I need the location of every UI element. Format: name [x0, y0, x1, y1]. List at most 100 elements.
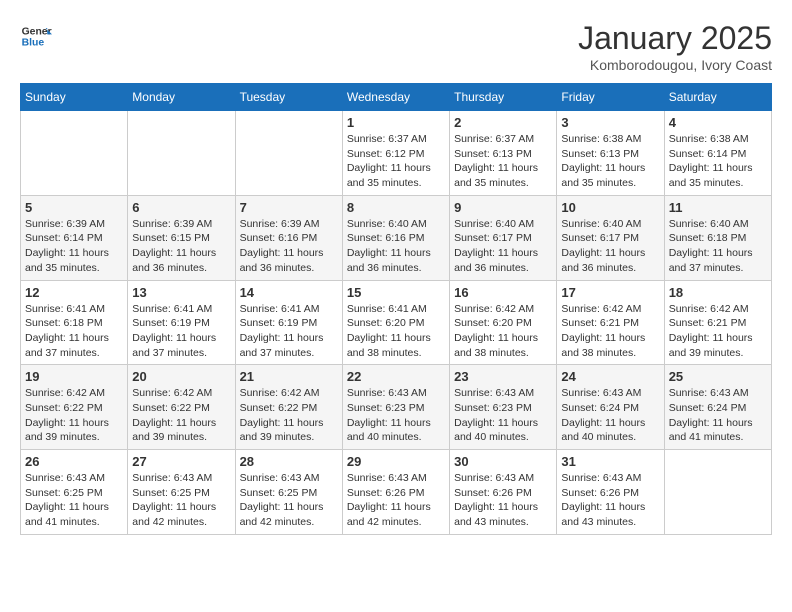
day-number: 3 [561, 115, 659, 130]
day-cell: 15 Sunrise: 6:41 AM Sunset: 6:20 PM Dayli… [342, 280, 449, 365]
day-cell [235, 111, 342, 196]
day-number: 1 [347, 115, 445, 130]
day-cell: 4 Sunrise: 6:38 AM Sunset: 6:14 PM Daylig… [664, 111, 771, 196]
weekday-header-thursday: Thursday [450, 84, 557, 111]
day-info: Sunrise: 6:38 AM Sunset: 6:13 PM Dayligh… [561, 132, 659, 191]
day-cell: 20 Sunrise: 6:42 AM Sunset: 6:22 PM Dayli… [128, 365, 235, 450]
day-number: 17 [561, 285, 659, 300]
day-cell: 24 Sunrise: 6:43 AM Sunset: 6:24 PM Dayli… [557, 365, 664, 450]
day-info: Sunrise: 6:43 AM Sunset: 6:25 PM Dayligh… [240, 471, 338, 530]
day-number: 15 [347, 285, 445, 300]
day-number: 23 [454, 369, 552, 384]
day-cell [664, 450, 771, 535]
svg-text:Blue: Blue [22, 38, 45, 49]
day-number: 27 [132, 454, 230, 469]
day-info: Sunrise: 6:37 AM Sunset: 6:12 PM Dayligh… [347, 132, 445, 191]
weekday-header-wednesday: Wednesday [342, 84, 449, 111]
day-info: Sunrise: 6:39 AM Sunset: 6:15 PM Dayligh… [132, 217, 230, 276]
day-cell: 7 Sunrise: 6:39 AM Sunset: 6:16 PM Daylig… [235, 195, 342, 280]
day-cell: 17 Sunrise: 6:42 AM Sunset: 6:21 PM Dayli… [557, 280, 664, 365]
day-number: 29 [347, 454, 445, 469]
day-info: Sunrise: 6:42 AM Sunset: 6:22 PM Dayligh… [25, 386, 123, 445]
day-cell: 16Sunrise: 6:42 AM Sunset: 6:20 PM Dayli… [450, 280, 557, 365]
day-info: Sunrise: 6:43 AM Sunset: 6:26 PM Dayligh… [561, 471, 659, 530]
day-number: 6 [132, 200, 230, 215]
day-info: Sunrise: 6:42 AM Sunset: 6:21 PM Dayligh… [561, 302, 659, 361]
day-cell: 26Sunrise: 6:43 AM Sunset: 6:25 PM Dayli… [21, 450, 128, 535]
day-number: 18 [669, 285, 767, 300]
day-info: Sunrise: 6:43 AM Sunset: 6:24 PM Dayligh… [561, 386, 659, 445]
day-info: Sunrise: 6:42 AM Sunset: 6:20 PM Dayligh… [454, 302, 552, 361]
day-number: 20 [132, 369, 230, 384]
day-cell: 21 Sunrise: 6:42 AM Sunset: 6:22 PM Dayli… [235, 365, 342, 450]
day-number: 14 [240, 285, 338, 300]
day-number: 7 [240, 200, 338, 215]
day-cell: 2 Sunrise: 6:37 AM Sunset: 6:13 PM Daylig… [450, 111, 557, 196]
day-number: 2 [454, 115, 552, 130]
day-info: Sunrise: 6:43 AM Sunset: 6:25 PM Dayligh… [25, 471, 123, 530]
calendar-table: SundayMondayTuesdayWednesdayThursdayFrid… [20, 83, 772, 535]
weekday-header-row: SundayMondayTuesdayWednesdayThursdayFrid… [21, 84, 772, 111]
day-cell: 1 Sunrise: 6:37 AM Sunset: 6:12 PM Daylig… [342, 111, 449, 196]
day-info: Sunrise: 6:39 AM Sunset: 6:16 PM Dayligh… [240, 217, 338, 276]
day-number: 13 [132, 285, 230, 300]
day-number: 30 [454, 454, 552, 469]
page-header: General Blue January 2025 Komborodougou,… [20, 20, 772, 73]
day-number: 25 [669, 369, 767, 384]
day-number: 9 [454, 200, 552, 215]
day-info: Sunrise: 6:43 AM Sunset: 6:25 PM Dayligh… [132, 471, 230, 530]
logo: General Blue [20, 20, 52, 52]
day-cell: 6 Sunrise: 6:39 AM Sunset: 6:15 PM Daylig… [128, 195, 235, 280]
week-row-5: 26Sunrise: 6:43 AM Sunset: 6:25 PM Dayli… [21, 450, 772, 535]
day-number: 22 [347, 369, 445, 384]
weekday-header-sunday: Sunday [21, 84, 128, 111]
title-block: January 2025 Komborodougou, Ivory Coast [578, 20, 772, 73]
day-cell: 5 Sunrise: 6:39 AM Sunset: 6:14 PM Daylig… [21, 195, 128, 280]
day-number: 5 [25, 200, 123, 215]
day-info: Sunrise: 6:43 AM Sunset: 6:23 PM Dayligh… [347, 386, 445, 445]
day-info: Sunrise: 6:37 AM Sunset: 6:13 PM Dayligh… [454, 132, 552, 191]
day-info: Sunrise: 6:40 AM Sunset: 6:17 PM Dayligh… [561, 217, 659, 276]
day-number: 8 [347, 200, 445, 215]
weekday-header-monday: Monday [128, 84, 235, 111]
day-cell: 14Sunrise: 6:41 AM Sunset: 6:19 PM Dayli… [235, 280, 342, 365]
day-info: Sunrise: 6:41 AM Sunset: 6:20 PM Dayligh… [347, 302, 445, 361]
day-cell: 3 Sunrise: 6:38 AM Sunset: 6:13 PM Daylig… [557, 111, 664, 196]
day-number: 31 [561, 454, 659, 469]
location: Komborodougou, Ivory Coast [578, 57, 772, 73]
day-cell: 30 Sunrise: 6:43 AM Sunset: 6:26 PM Dayli… [450, 450, 557, 535]
week-row-4: 19 Sunrise: 6:42 AM Sunset: 6:22 PM Dayli… [21, 365, 772, 450]
day-info: Sunrise: 6:43 AM Sunset: 6:23 PM Dayligh… [454, 386, 552, 445]
weekday-header-tuesday: Tuesday [235, 84, 342, 111]
day-cell: 31 Sunrise: 6:43 AM Sunset: 6:26 PM Dayli… [557, 450, 664, 535]
day-cell: 18Sunrise: 6:42 AM Sunset: 6:21 PM Dayli… [664, 280, 771, 365]
day-number: 28 [240, 454, 338, 469]
day-number: 4 [669, 115, 767, 130]
day-info: Sunrise: 6:40 AM Sunset: 6:18 PM Dayligh… [669, 217, 767, 276]
day-number: 12 [25, 285, 123, 300]
day-cell: 23 Sunrise: 6:43 AM Sunset: 6:23 PM Dayli… [450, 365, 557, 450]
week-row-1: 1 Sunrise: 6:37 AM Sunset: 6:12 PM Daylig… [21, 111, 772, 196]
day-cell: 27 Sunrise: 6:43 AM Sunset: 6:25 PM Dayli… [128, 450, 235, 535]
day-info: Sunrise: 6:42 AM Sunset: 6:22 PM Dayligh… [240, 386, 338, 445]
day-number: 24 [561, 369, 659, 384]
day-cell: 8Sunrise: 6:40 AM Sunset: 6:16 PM Daylig… [342, 195, 449, 280]
day-cell: 10Sunrise: 6:40 AM Sunset: 6:17 PM Dayli… [557, 195, 664, 280]
day-info: Sunrise: 6:42 AM Sunset: 6:22 PM Dayligh… [132, 386, 230, 445]
weekday-header-saturday: Saturday [664, 84, 771, 111]
day-info: Sunrise: 6:43 AM Sunset: 6:26 PM Dayligh… [454, 471, 552, 530]
day-cell: 12 Sunrise: 6:41 AM Sunset: 6:18 PM Dayli… [21, 280, 128, 365]
day-cell: 11Sunrise: 6:40 AM Sunset: 6:18 PM Dayli… [664, 195, 771, 280]
day-number: 19 [25, 369, 123, 384]
logo-icon: General Blue [20, 20, 52, 52]
day-info: Sunrise: 6:43 AM Sunset: 6:24 PM Dayligh… [669, 386, 767, 445]
day-info: Sunrise: 6:43 AM Sunset: 6:26 PM Dayligh… [347, 471, 445, 530]
day-info: Sunrise: 6:40 AM Sunset: 6:17 PM Dayligh… [454, 217, 552, 276]
day-number: 21 [240, 369, 338, 384]
week-row-2: 5 Sunrise: 6:39 AM Sunset: 6:14 PM Daylig… [21, 195, 772, 280]
day-info: Sunrise: 6:38 AM Sunset: 6:14 PM Dayligh… [669, 132, 767, 191]
day-info: Sunrise: 6:39 AM Sunset: 6:14 PM Dayligh… [25, 217, 123, 276]
day-cell: 29 Sunrise: 6:43 AM Sunset: 6:26 PM Dayli… [342, 450, 449, 535]
day-cell: 25 Sunrise: 6:43 AM Sunset: 6:24 PM Dayli… [664, 365, 771, 450]
day-info: Sunrise: 6:41 AM Sunset: 6:18 PM Dayligh… [25, 302, 123, 361]
